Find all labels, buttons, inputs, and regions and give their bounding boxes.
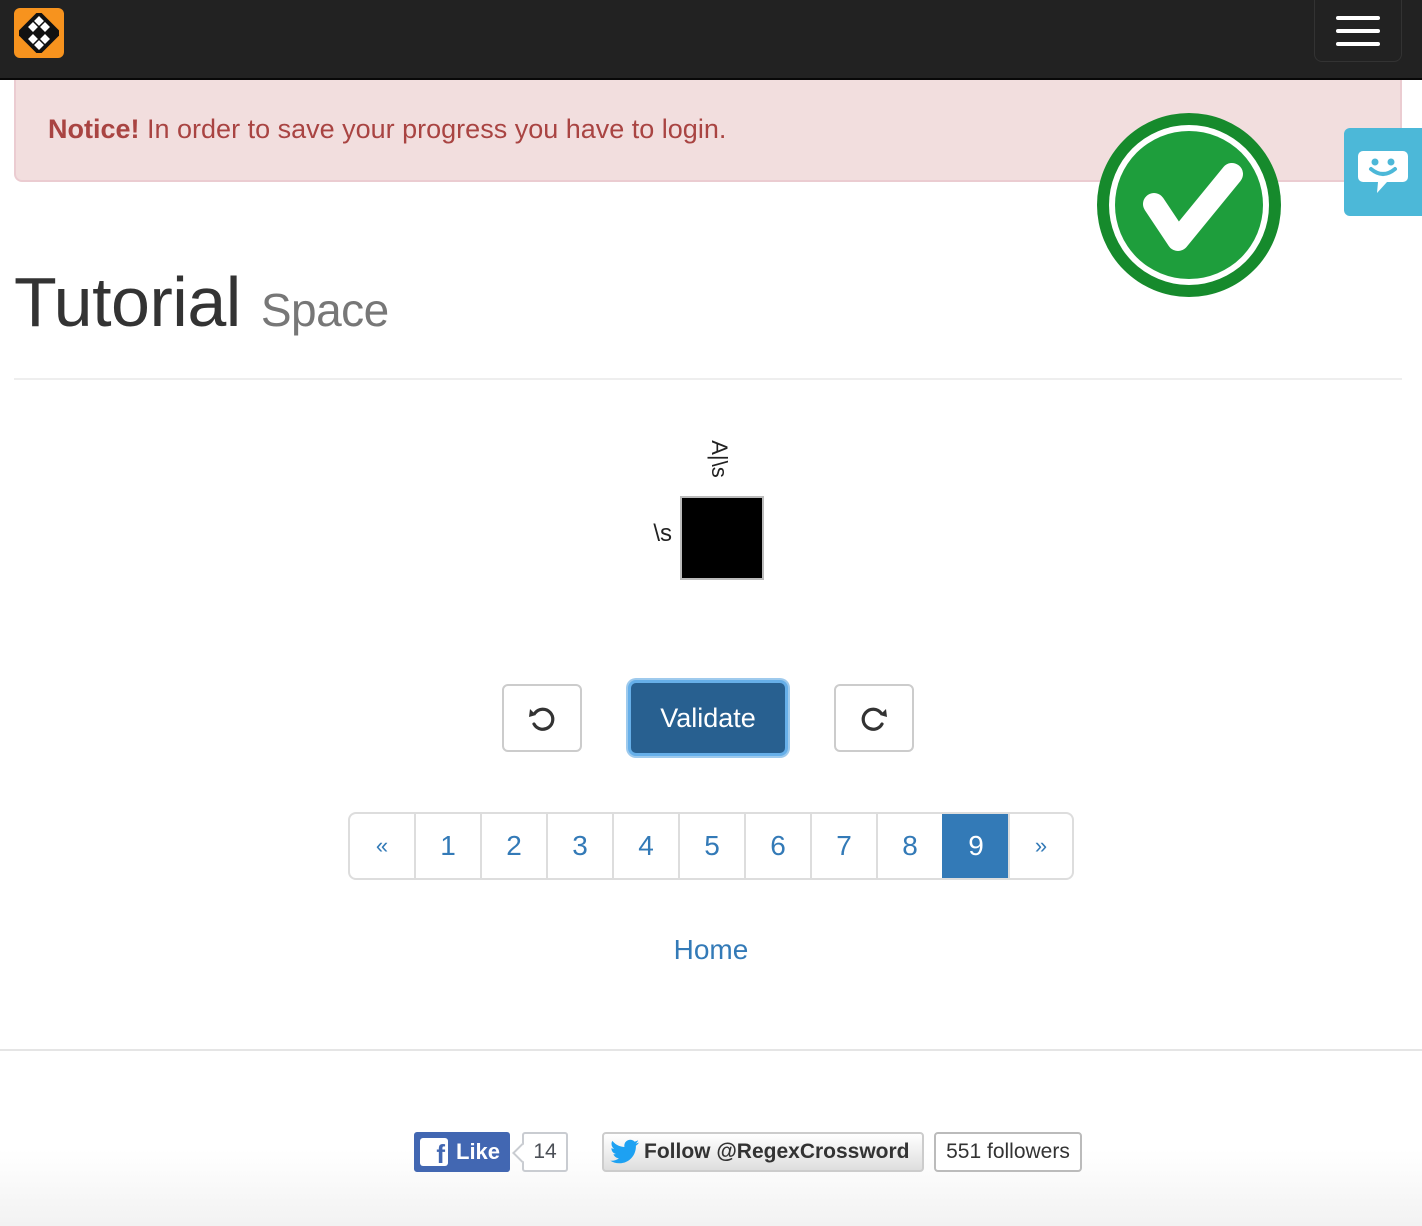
menu-bar	[1336, 28, 1380, 33]
page-link-3[interactable]: 3	[546, 814, 612, 878]
alert-strong: Notice!	[48, 114, 140, 144]
page-link-8[interactable]: 8	[876, 814, 942, 878]
twitter-bird-icon	[610, 1139, 639, 1164]
twitter-follow-label: Follow @RegexCrossword	[644, 1140, 910, 1163]
pagination: « 1 2 3 4 5 6 7 8 9 »	[348, 812, 1074, 880]
home-link[interactable]: Home	[0, 934, 1422, 966]
menu-bar	[1336, 15, 1380, 20]
facebook-like-count: 14	[522, 1132, 568, 1172]
page-link-6[interactable]: 6	[744, 814, 810, 878]
regex-crossword-logo-icon[interactable]	[14, 8, 64, 58]
divider	[14, 378, 1402, 380]
redo-icon	[861, 707, 887, 731]
page-link-1[interactable]: 1	[414, 814, 480, 878]
twitter-follower-count: 551 followers	[934, 1132, 1082, 1172]
page-link-7[interactable]: 7	[810, 814, 876, 878]
menu-bar	[1336, 41, 1380, 46]
pagination-prev[interactable]: «	[350, 814, 414, 878]
column-clue-text: A|\s	[707, 440, 733, 478]
twitter-follow-button[interactable]: Follow @RegexCrossword	[602, 1132, 924, 1172]
facebook-like-label: Like	[456, 1139, 501, 1164]
redo-button[interactable]	[834, 684, 914, 752]
undo-button[interactable]	[502, 684, 582, 752]
facebook-icon: f	[420, 1138, 448, 1166]
alert-message: In order to save your progress you have …	[139, 114, 727, 144]
page-title: Tutorial Space	[14, 262, 389, 342]
page-link-4[interactable]: 4	[612, 814, 678, 878]
validate-button[interactable]: Validate	[628, 680, 788, 756]
page-link-2[interactable]: 2	[480, 814, 546, 878]
undo-icon	[529, 707, 555, 731]
page-link-5[interactable]: 5	[678, 814, 744, 878]
page-link-9-active[interactable]: 9	[942, 814, 1008, 878]
puzzle-cell[interactable]	[680, 496, 764, 580]
row-clue: \s	[653, 520, 672, 547]
navbar	[0, 0, 1422, 80]
title-text: Tutorial	[14, 263, 241, 341]
page-subtitle: Space	[260, 284, 389, 336]
hamburger-menu-icon[interactable]	[1314, 0, 1402, 62]
footer-divider	[0, 1049, 1422, 1051]
check-circle-icon	[1096, 112, 1282, 298]
chat-smile-icon[interactable]	[1344, 128, 1422, 216]
column-clue: A|\s	[703, 429, 735, 489]
pagination-next[interactable]: »	[1008, 814, 1072, 878]
facebook-like-button[interactable]: f Like	[414, 1132, 510, 1172]
